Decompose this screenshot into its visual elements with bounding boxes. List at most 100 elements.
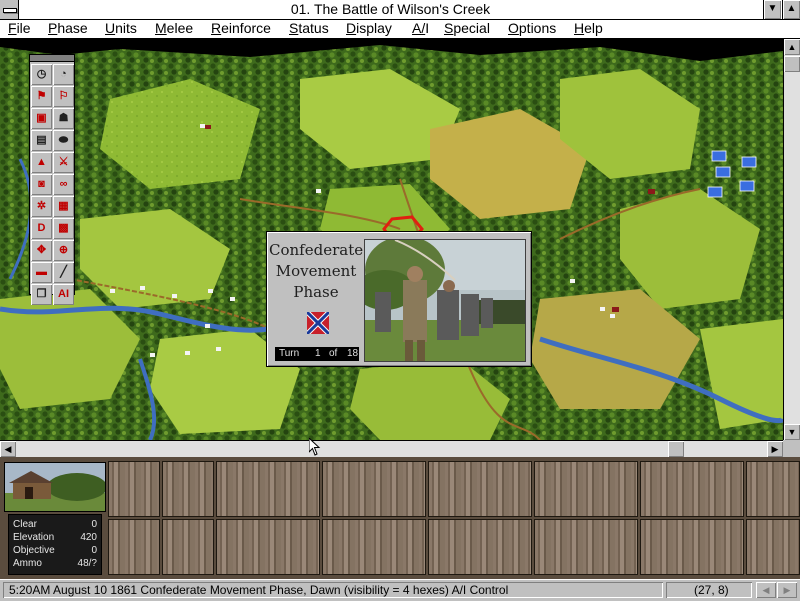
tool-palette-handle[interactable] <box>30 55 74 62</box>
flag-up-icon[interactable]: ⚑ <box>31 86 52 107</box>
menu-display[interactable]: Display <box>346 20 392 38</box>
menu-melee[interactable]: Melee <box>155 20 193 38</box>
scroll-down-button[interactable]: ▼ <box>784 424 800 440</box>
previous-arrow-button[interactable]: ◀ <box>756 582 776 598</box>
menu-units[interactable]: Units <box>105 20 137 38</box>
grid-icon[interactable]: ▩ <box>53 218 74 239</box>
phase-dialog[interactable]: Confederate Movement Phase Turn 1 of 18 <box>266 231 532 367</box>
menu-special[interactable]: Special <box>444 20 490 38</box>
terrain-type-value: 0 <box>91 519 97 530</box>
scroll-left-button[interactable]: ◀ <box>0 441 16 457</box>
unit-slot[interactable] <box>746 461 800 517</box>
terrain-type-label: Clear <box>13 519 37 530</box>
horizontal-scroll-thumb[interactable] <box>668 441 684 457</box>
vertical-scrollbar[interactable]: ▲ ▼ <box>783 39 800 440</box>
maximize-button[interactable]: ▲ <box>782 0 800 19</box>
unit-slot[interactable] <box>640 461 744 517</box>
status-navigation: ◀ ▶ <box>756 582 798 598</box>
defend-icon[interactable]: D <box>31 218 52 239</box>
document-icon[interactable]: ▤ <box>31 130 52 151</box>
hex-coordinates: (27, 8) <box>666 582 752 598</box>
menu-reinforce[interactable]: Reinforce <box>211 20 271 38</box>
unit-slot[interactable] <box>162 519 214 575</box>
binoculars-icon[interactable]: ∞ <box>53 174 74 195</box>
status-message: 5:20AM August 10 1861 Confederate Moveme… <box>3 582 663 598</box>
turn-counter: Turn 1 of 18 <box>275 347 359 361</box>
menu-help[interactable]: Help <box>574 20 603 38</box>
unit-slot[interactable] <box>216 461 320 517</box>
unit-slot[interactable] <box>534 519 638 575</box>
unit-slot[interactable] <box>162 461 214 517</box>
turn-clock-icon[interactable]: ◷ <box>31 64 52 85</box>
terrain-info-row: Elevation 420 <box>13 531 97 544</box>
horizontal-scrollbar[interactable]: ◀ ▶ <box>0 440 783 457</box>
menu-ai[interactable]: A/I <box>412 20 429 38</box>
phase-title: Confederate Movement Phase <box>269 240 363 303</box>
objective-label: Objective <box>13 545 55 556</box>
ammo-label: Ammo <box>13 558 42 569</box>
phase-title-line: Movement <box>275 262 357 280</box>
wheel-icon[interactable]: ✲ <box>31 196 52 217</box>
turn-current: 1 <box>315 348 321 359</box>
usa-flag-icon[interactable]: ▬ <box>31 262 52 283</box>
flag-down-icon[interactable]: ⚐ <box>53 86 74 107</box>
move-arrows-icon[interactable]: ✥ <box>31 240 52 261</box>
unit-slot[interactable] <box>640 519 744 575</box>
title-bar: 01. The Battle of Wilson's Creek ▼ ▲ <box>0 0 800 20</box>
terrain-info-row: Ammo 48/? <box>13 557 97 570</box>
artillery-icon[interactable]: ⚔ <box>53 152 74 173</box>
phase-title-line: Confederate <box>269 241 364 259</box>
pyramid-icon[interactable]: ▲ <box>31 152 52 173</box>
turn-total: 18 <box>347 348 359 359</box>
unit-slot[interactable] <box>108 519 160 575</box>
unit-slot[interactable] <box>428 519 532 575</box>
terrain-info-box: Clear 0 Elevation 420 Objective 0 Ammo 48/? <box>8 514 102 575</box>
unit-slot[interactable] <box>322 519 426 575</box>
ai-icon[interactable]: AI <box>53 284 74 305</box>
tool-palette: ◷ ◔ ⚑ ⚐ ▣ ☗ ▤ ⬬ ▲ ⚔ ◙ ∞ ✲ ▦ D ▩ ✥ ⊕ ▬ ╱ ❐ AI <box>29 54 75 305</box>
objective-value: 0 <box>91 545 97 556</box>
screen-icon[interactable]: ▦ <box>53 196 74 217</box>
menu-bar: File Phase Units Melee Reinforce Status … <box>0 20 800 39</box>
unit-panel: Clear 0 Elevation 420 Objective 0 Ammo 48/? <box>0 457 800 579</box>
terrain-photo <box>4 462 106 512</box>
terrain-info-row: Clear 0 <box>13 518 97 531</box>
unit-slot[interactable] <box>534 461 638 517</box>
phase-title-line: Phase <box>293 283 339 301</box>
menu-file[interactable]: File <box>8 20 31 38</box>
unit-slot[interactable] <box>428 461 532 517</box>
next-arrow-button[interactable]: ▶ <box>777 582 797 598</box>
unit-slot[interactable] <box>322 461 426 517</box>
confederate-flag-icon <box>307 312 329 334</box>
unit-slot[interactable] <box>746 519 800 575</box>
vertical-scroll-thumb[interactable] <box>784 56 800 72</box>
tool-palette-grid: ◷ ◔ ⚑ ⚐ ▣ ☗ ▤ ⬬ ▲ ⚔ ◙ ∞ ✲ ▦ D ▩ ✥ ⊕ ▬ ╱ ❐ AI <box>30 62 74 307</box>
ammo-value: 48/? <box>77 558 97 569</box>
soldier-icon[interactable]: ☗ <box>53 108 74 129</box>
line-draw-icon[interactable]: ╱ <box>53 262 74 283</box>
menu-options[interactable]: Options <box>508 20 556 38</box>
scroll-up-button[interactable]: ▲ <box>784 39 800 55</box>
cannon-ball-icon[interactable]: ⬬ <box>53 130 74 151</box>
layers-icon[interactable]: ❐ <box>31 284 52 305</box>
unit-slot[interactable] <box>216 519 320 575</box>
menu-status[interactable]: Status <box>289 20 329 38</box>
minimize-button[interactable]: ▼ <box>763 0 781 19</box>
mouse-cursor-icon <box>309 438 321 456</box>
helmet-icon[interactable]: ◙ <box>31 174 52 195</box>
unit-slot[interactable] <box>108 461 160 517</box>
system-menu-button[interactable] <box>0 0 19 19</box>
system-menu-icon <box>3 8 17 13</box>
turn-label: Turn <box>279 348 300 359</box>
terrain-info-row: Objective 0 <box>13 544 97 557</box>
reenactor-photo <box>364 239 526 362</box>
unit-stack-icon[interactable]: ▣ <box>31 108 52 129</box>
status-bar: 5:20AM August 10 1861 Confederate Moveme… <box>0 579 800 601</box>
menu-phase[interactable]: Phase <box>48 20 88 38</box>
target-icon[interactable]: ⊕ <box>53 240 74 261</box>
elevation-label: Elevation <box>13 532 55 543</box>
turn-of: of <box>329 348 338 359</box>
scroll-right-button[interactable]: ▶ <box>767 441 783 457</box>
timer-icon[interactable]: ◔ <box>53 64 74 85</box>
window-title: 01. The Battle of Wilson's Creek <box>290 1 491 17</box>
